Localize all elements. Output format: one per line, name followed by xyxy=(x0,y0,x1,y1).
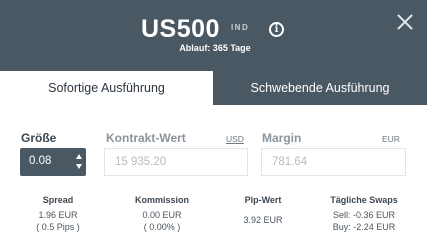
daily-swaps-stat: Tägliche Swaps Sell: -0.36 EUR Buy: -2.2… xyxy=(318,195,410,232)
margin-label: Margin xyxy=(262,131,302,145)
expiry-text: Ablauf: 365 Tage xyxy=(179,43,251,53)
title-group: US500 IND xyxy=(141,15,249,43)
instrument-type-badge: IND xyxy=(230,23,250,32)
tab-instant-execution[interactable]: Sofortige Ausführung xyxy=(0,71,213,105)
pip-value: 3.92 EUR xyxy=(243,215,283,225)
commission-percent: ( 0.00% ) xyxy=(143,222,181,232)
daily-swaps-title: Tägliche Swaps xyxy=(330,195,398,205)
size-input[interactable]: 0.08 xyxy=(29,155,51,167)
commission-title: Kommission xyxy=(134,195,189,205)
commission-stat: Kommission 0.00 EUR ( 0.00% ) xyxy=(118,195,206,232)
pip-value-title: Pip-Wert xyxy=(244,195,282,205)
info-icon[interactable]: i xyxy=(269,22,284,37)
margin-currency: EUR xyxy=(382,134,400,144)
spread-stat: Spread 1.96 EUR ( 0.5 Pips ) xyxy=(23,195,93,232)
pip-value-stat: Pip-Wert 3.92 EUR xyxy=(228,195,298,225)
size-label: Größe xyxy=(21,131,57,145)
contract-value-field: 15 935.20 xyxy=(104,148,248,176)
margin-field: 781.64 xyxy=(261,148,406,176)
contract-currency-toggle[interactable]: USD xyxy=(226,134,244,144)
tab-pending-execution[interactable]: Schwebende Ausführung xyxy=(213,71,427,105)
swap-buy: Buy: -2.24 EUR xyxy=(332,222,396,232)
commission-value: 0.00 EUR xyxy=(142,210,182,220)
instrument-title: US500 xyxy=(141,15,220,43)
swap-sell: Sell: -0.36 EUR xyxy=(332,210,396,220)
chevron-down-icon[interactable] xyxy=(76,164,82,169)
spread-value: 1.96 EUR xyxy=(38,210,78,220)
spread-pips: ( 0.5 Pips ) xyxy=(36,222,80,232)
close-icon[interactable] xyxy=(396,13,414,31)
contract-value: 15 935.20 xyxy=(115,156,167,168)
chevron-up-icon[interactable] xyxy=(76,154,82,159)
size-stepper[interactable]: 0.08 xyxy=(20,148,86,176)
order-header: US500 IND i Ablauf: 365 Tage xyxy=(0,0,427,71)
spread-title: Spread xyxy=(42,195,74,205)
margin-value: 781.64 xyxy=(272,156,308,168)
contract-value-label: Kontrakt-Wert xyxy=(106,131,186,145)
